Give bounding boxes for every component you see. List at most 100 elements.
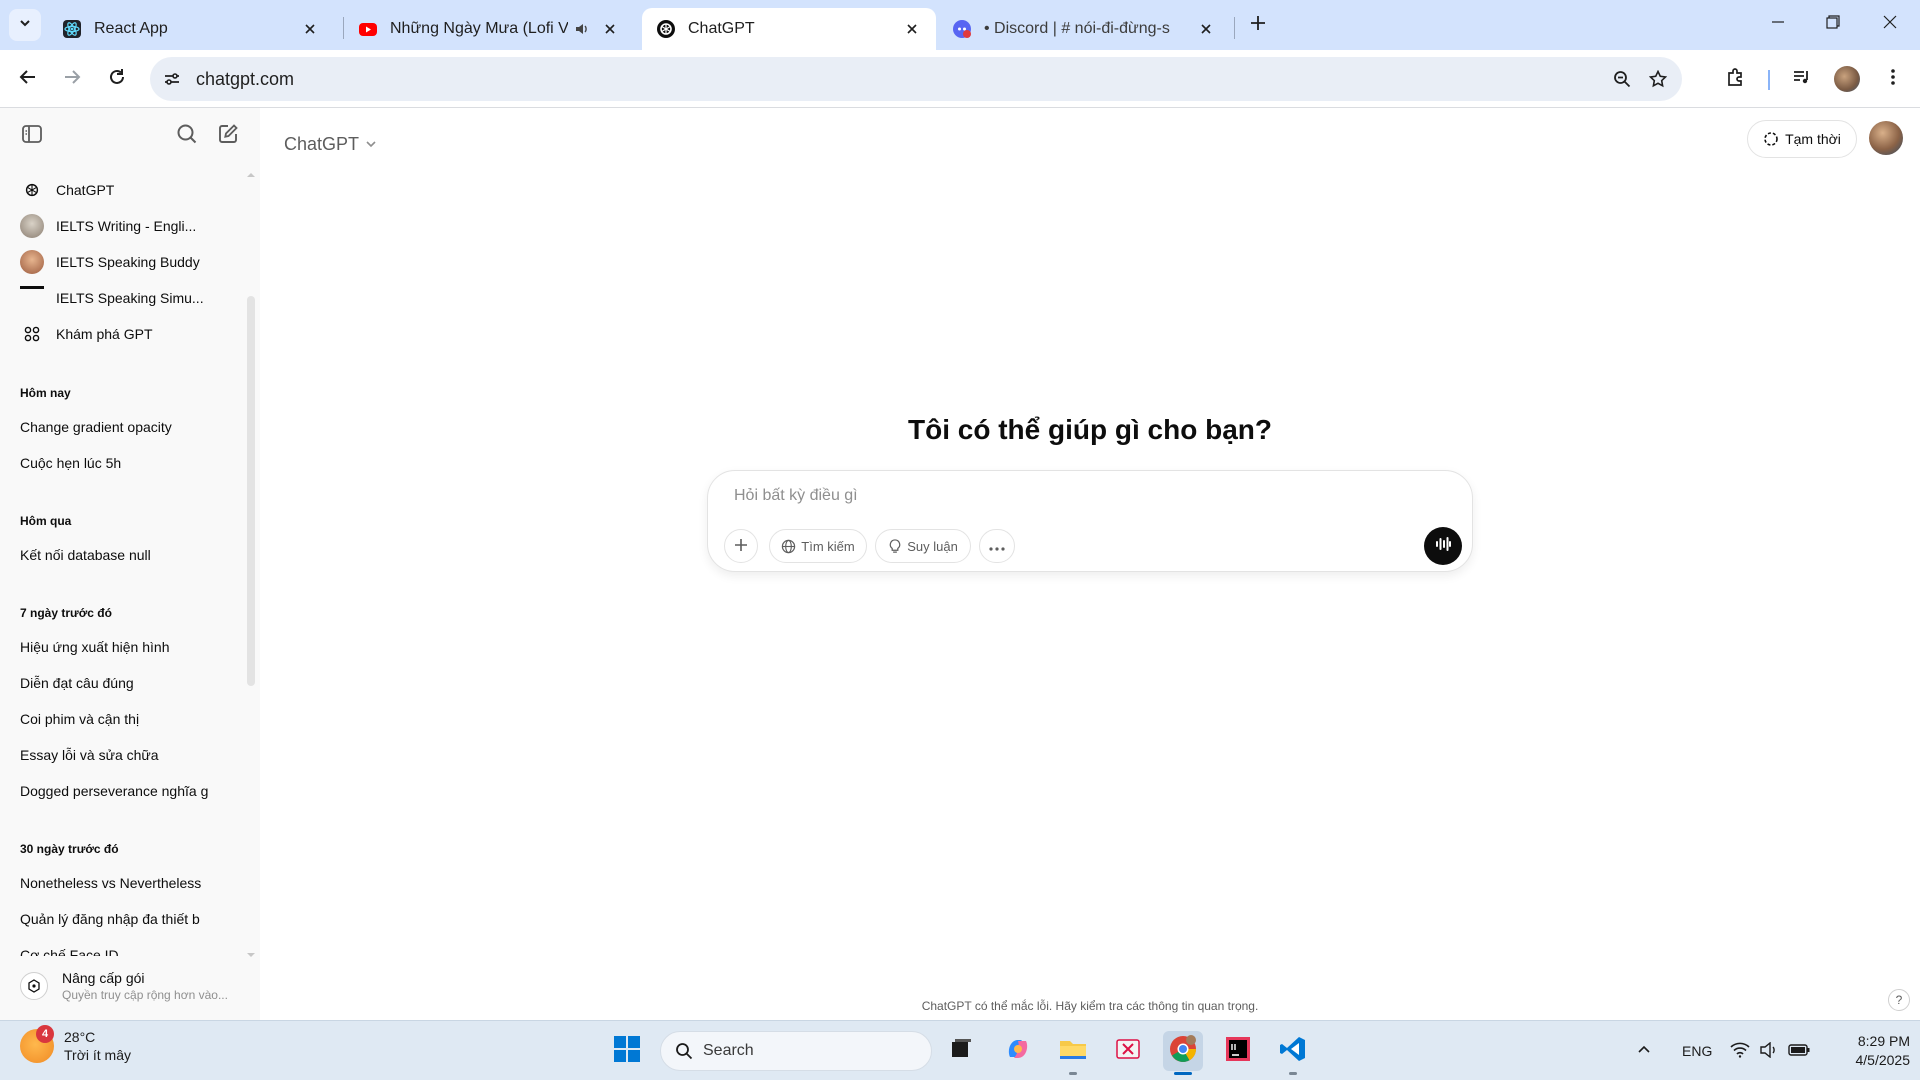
chat-item[interactable]: Kết nối database null xyxy=(12,538,234,572)
more-horizontal-icon xyxy=(989,539,1005,554)
chevron-up-icon xyxy=(1636,1042,1652,1061)
sidebar-item-explore-gpts[interactable]: Khám phá GPT xyxy=(12,317,242,351)
copilot-button[interactable] xyxy=(998,1031,1038,1071)
tab-divider xyxy=(1234,17,1235,39)
scroll-down-icon[interactable] xyxy=(247,946,255,964)
notification-badge: 4 xyxy=(36,1025,54,1043)
folder-icon xyxy=(1059,1037,1087,1066)
close-icon[interactable] xyxy=(300,19,320,39)
upgrade-text: Nâng cấp gói Quyền truy cập rộng hơn vào… xyxy=(62,970,228,1002)
file-explorer-button[interactable] xyxy=(1053,1031,1093,1071)
bookmark-star-icon[interactable] xyxy=(1640,61,1676,97)
puzzle-icon xyxy=(1726,67,1746,92)
task-view-icon xyxy=(949,1037,973,1066)
chat-item[interactable]: Coi phim và cận thị xyxy=(12,702,234,736)
tab-react-app[interactable]: React App xyxy=(48,8,334,50)
sidebar-scrollbar[interactable] xyxy=(246,166,256,957)
chrome-taskbar-button[interactable] xyxy=(1163,1031,1203,1071)
sidebar-item-chatgpt[interactable]: ChatGPT xyxy=(12,173,242,207)
chat-item[interactable]: Quản lý đăng nhập đa thiết b xyxy=(12,902,208,936)
back-button[interactable] xyxy=(10,61,46,97)
temporary-chat-button[interactable]: Tạm thời xyxy=(1747,120,1857,158)
tab-search-button[interactable] xyxy=(9,9,41,41)
sidebar-item-ielts-speaking-buddy[interactable]: IELTS Speaking Buddy xyxy=(12,245,242,279)
chat-item[interactable]: Hiệu ứng xuất hiện hình xyxy=(12,630,234,664)
intellij-button[interactable] xyxy=(1218,1031,1258,1071)
sidebar-item-label: Khám phá GPT xyxy=(56,326,153,342)
discord-icon xyxy=(952,19,972,39)
close-window-button[interactable] xyxy=(1870,8,1910,40)
weather-text: 28°C Trời ít mây xyxy=(64,1029,131,1063)
upgrade-plan-button[interactable]: Nâng cấp gói Quyền truy cập rộng hơn vào… xyxy=(12,960,248,1012)
page-title: Tôi có thể giúp gì cho bạn? xyxy=(908,414,1272,445)
openai-icon xyxy=(20,178,44,202)
sidebar-item-ielts-writing[interactable]: IELTS Writing - Engli... xyxy=(12,209,242,243)
section-heading: Hôm qua xyxy=(20,514,72,528)
search-toggle-button[interactable]: Tìm kiếm xyxy=(769,529,867,563)
new-chat-button[interactable] xyxy=(212,120,244,152)
chat-item[interactable]: Diễn đạt câu đúng xyxy=(12,666,234,700)
scroll-up-icon[interactable] xyxy=(247,166,255,184)
close-icon[interactable] xyxy=(600,19,620,39)
tab-discord[interactable]: • Discord | #​ nói-đi-đừng-s xyxy=(938,8,1230,50)
address-bar[interactable]: chatgpt.com xyxy=(150,57,1682,101)
restore-button[interactable] xyxy=(1813,8,1853,40)
close-icon[interactable] xyxy=(1196,19,1216,39)
scrollbar-thumb[interactable] xyxy=(247,296,255,686)
new-tab-button[interactable] xyxy=(1244,11,1272,39)
snipping-tool-button[interactable] xyxy=(1108,1031,1148,1071)
grid-icon xyxy=(20,322,44,346)
chat-item[interactable]: Essay lỗi và sửa chữa xyxy=(12,738,234,772)
help-button[interactable]: ? xyxy=(1888,989,1910,1011)
section-heading: 7 ngày trước đó xyxy=(20,606,112,620)
browser-toolbar: chatgpt.com xyxy=(0,50,1920,108)
more-tools-button[interactable] xyxy=(979,529,1015,563)
reason-toggle-button[interactable]: Suy luận xyxy=(875,529,971,563)
taskbar-search[interactable]: Search xyxy=(660,1031,932,1071)
language-indicator[interactable]: ENG xyxy=(1682,1031,1712,1071)
avatar[interactable] xyxy=(1869,121,1903,155)
chat-item[interactable]: Dogged perseverance nghĩa g xyxy=(12,774,208,808)
browser-menu-button[interactable] xyxy=(1875,61,1911,97)
chat-history-list[interactable]: ChatGPT IELTS Writing - Engli... IELTS S… xyxy=(0,166,246,956)
show-hidden-icons-button[interactable] xyxy=(1636,1031,1652,1071)
reason-toggle-label: Suy luận xyxy=(907,538,958,554)
site-settings-icon[interactable] xyxy=(154,61,190,97)
task-view-button[interactable] xyxy=(941,1031,981,1071)
chat-item[interactable]: Change gradient opacity xyxy=(12,410,234,444)
active-indicator xyxy=(1174,1072,1192,1075)
close-icon[interactable] xyxy=(902,19,922,39)
media-queue-icon xyxy=(1792,67,1812,92)
upgrade-title: Nâng cấp gói xyxy=(62,970,145,986)
sidebar-item-ielts-speaking-simulator[interactable]: IELTS Speaking Simu... xyxy=(12,281,242,315)
toggle-sidebar-button[interactable] xyxy=(16,120,48,152)
tab-youtube[interactable]: Những Ngày Mưa (Lofi Ver.) xyxy=(344,8,634,50)
tab-chatgpt[interactable]: ChatGPT xyxy=(642,8,936,50)
tab-strip: React App Những Ngày Mưa (Lofi Ver.) Cha… xyxy=(0,0,1920,50)
taskbar-clock[interactable]: 8:29 PM 4/5/2025 xyxy=(1820,1032,1911,1070)
media-controls-button[interactable] xyxy=(1784,61,1820,97)
forward-button[interactable] xyxy=(54,61,90,97)
chat-item[interactable]: Cuộc hẹn lúc 5h xyxy=(12,446,234,480)
start-button[interactable] xyxy=(607,1031,647,1071)
minimize-button[interactable] xyxy=(1758,8,1798,40)
reload-button[interactable] xyxy=(99,61,135,97)
model-selector[interactable]: ChatGPT xyxy=(276,124,385,164)
chat-item[interactable]: Cơ chế Face ID xyxy=(12,938,234,956)
search-chats-button[interactable] xyxy=(171,120,203,152)
profile-button[interactable] xyxy=(1829,61,1865,97)
taskbar: 4 28°C Trời ít mây Search ENG 8:29 PM 4/… xyxy=(0,1020,1920,1080)
url-text[interactable]: chatgpt.com xyxy=(196,69,1604,90)
search-icon xyxy=(675,1042,693,1060)
chat-item[interactable]: Nonetheless vs Nevertheless xyxy=(12,866,234,900)
zoom-icon[interactable] xyxy=(1604,61,1640,97)
attach-button[interactable] xyxy=(724,529,758,563)
system-tray[interactable] xyxy=(1730,1031,1810,1071)
extensions-button[interactable] xyxy=(1718,61,1754,97)
arrow-left-icon xyxy=(19,68,37,91)
voice-mode-button[interactable] xyxy=(1424,527,1462,565)
prompt-input[interactable]: Hỏi bất kỳ điều gì xyxy=(734,487,858,505)
weather-widget[interactable]: 4 28°C Trời ít mây xyxy=(20,1025,131,1063)
vscode-button[interactable] xyxy=(1273,1031,1313,1071)
speaker-icon[interactable] xyxy=(572,19,592,39)
